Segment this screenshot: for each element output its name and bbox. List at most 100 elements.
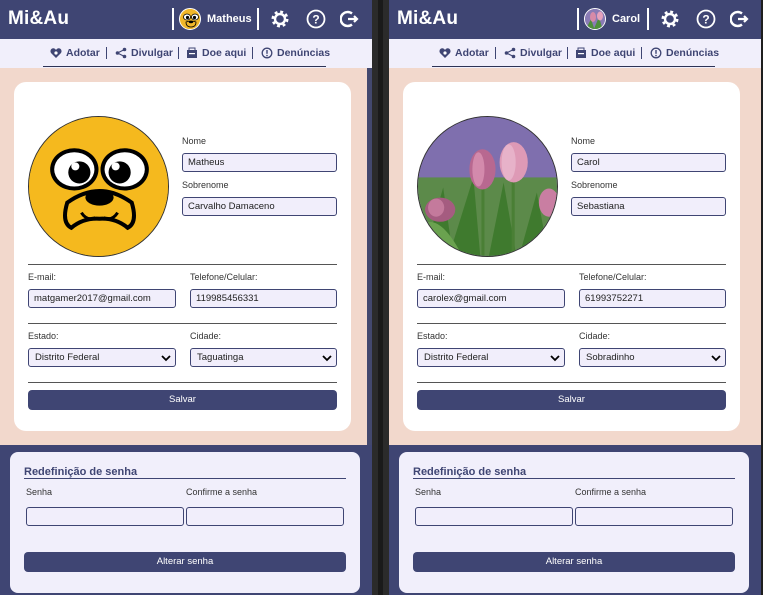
donation-box-icon <box>187 47 197 58</box>
jake-dog-avatar[interactable] <box>28 116 169 257</box>
divider <box>495 47 496 59</box>
divider <box>172 8 174 30</box>
divider <box>28 323 337 324</box>
divider <box>106 47 107 59</box>
label-confirm-password: Confirme a senha <box>575 487 647 497</box>
nav-adotar[interactable]: Adotar <box>439 46 489 60</box>
first-name-input[interactable]: Carol <box>571 153 726 172</box>
divider <box>647 8 649 30</box>
nav-divulgar[interactable]: Divulgar <box>115 46 173 60</box>
top-bar: Mi&Au Carol ? <box>389 0 761 39</box>
tulips-avatar[interactable] <box>417 116 558 257</box>
brand-logo[interactable]: Mi&Au <box>397 8 458 30</box>
nav-label: Divulgar <box>131 47 174 59</box>
svg-text:?: ? <box>702 13 709 27</box>
password-title: Redefinição de senha <box>24 466 138 478</box>
settings-icon[interactable] <box>660 9 680 29</box>
subnav-underline <box>432 66 715 67</box>
chevron-down-icon <box>161 355 171 362</box>
label-last-name: Sobrenome <box>182 180 229 190</box>
brand-logo[interactable]: Mi&Au <box>8 8 69 30</box>
divider <box>417 382 726 383</box>
nav-denuncias[interactable]: Denúncias <box>650 46 719 60</box>
label-first-name: Nome <box>182 136 207 146</box>
city-select[interactable]: Sobradinho <box>579 348 726 367</box>
password-input[interactable] <box>415 507 573 526</box>
help-icon[interactable]: ? <box>696 9 716 29</box>
label-state: Estado: <box>28 331 59 341</box>
nav-adotar[interactable]: Adotar <box>50 46 100 60</box>
divider <box>417 323 726 324</box>
state-value: Distrito Federal <box>424 352 489 363</box>
confirm-password-input[interactable] <box>186 507 344 526</box>
nav-denuncias[interactable]: Denúncias <box>261 46 330 60</box>
password-input[interactable] <box>26 507 184 526</box>
share-icon <box>115 47 127 59</box>
logout-icon[interactable] <box>340 9 360 29</box>
city-value: Taguatinga <box>197 352 244 363</box>
phone-input[interactable]: 61993752271 <box>579 289 726 308</box>
divider <box>417 264 726 265</box>
first-name-input[interactable]: Matheus <box>182 153 337 172</box>
user-name[interactable]: Carol <box>612 13 640 25</box>
profile-screen-carol: Mi&Au Carol ? Adotar Divulgar Doe aqui D… <box>389 0 761 595</box>
city-value: Sobradinho <box>586 352 635 363</box>
phone-input[interactable]: 119985456331 <box>190 289 337 308</box>
divider <box>567 47 568 59</box>
last-name-input[interactable]: Sebastiana <box>571 197 726 216</box>
nav-divulgar[interactable]: Divulgar <box>504 46 562 60</box>
settings-icon[interactable] <box>270 9 290 29</box>
label-city: Cidade: <box>579 331 611 341</box>
label-last-name: Sobrenome <box>571 180 618 190</box>
divider <box>413 478 735 479</box>
save-button[interactable]: Salvar <box>417 390 726 410</box>
label-phone: Telefone/Celular: <box>190 272 258 282</box>
share-icon <box>504 47 516 59</box>
scrollbar[interactable] <box>378 0 383 595</box>
state-select[interactable]: Distrito Federal <box>417 348 565 367</box>
nav-label: Doe aqui <box>202 47 247 59</box>
state-select[interactable]: Distrito Federal <box>28 348 176 367</box>
chevron-down-icon <box>711 355 721 362</box>
email-input[interactable]: matgamer2017@gmail.com <box>28 289 176 308</box>
divider <box>577 8 579 30</box>
city-select[interactable]: Taguatinga <box>190 348 337 367</box>
save-button[interactable]: Salvar <box>28 390 337 410</box>
nav-label: Denúncias <box>666 47 720 59</box>
label-email: E-mail: <box>28 272 57 282</box>
password-title: Redefinição de senha <box>413 466 527 478</box>
svg-text:?: ? <box>312 13 319 27</box>
nav-doe-aqui[interactable]: Doe aqui <box>575 46 635 60</box>
nav-doe-aqui[interactable]: Doe aqui <box>186 46 246 60</box>
logout-icon[interactable] <box>730 9 750 29</box>
divider <box>252 47 253 59</box>
state-value: Distrito Federal <box>35 352 100 363</box>
label-confirm-password: Confirme a senha <box>186 487 258 497</box>
label-city: Cidade: <box>190 331 222 341</box>
divider <box>641 47 642 59</box>
report-icon <box>261 47 273 59</box>
nav-label: Denúncias <box>277 47 331 59</box>
user-avatar[interactable] <box>179 8 201 30</box>
change-password-button[interactable]: Alterar senha <box>24 552 346 572</box>
nav-label: Divulgar <box>520 47 563 59</box>
chevron-down-icon <box>550 355 560 362</box>
chevron-down-icon <box>322 355 332 362</box>
confirm-password-input[interactable] <box>575 507 733 526</box>
user-avatar[interactable] <box>584 8 606 30</box>
user-name[interactable]: Matheus <box>207 13 252 25</box>
screens: Mi&Au Matheus ? Adotar Divulgar Doe aqui… <box>0 0 763 595</box>
window-gutter <box>372 0 389 595</box>
nav-label: Adotar <box>66 47 100 59</box>
label-state: Estado: <box>417 331 448 341</box>
help-icon[interactable]: ? <box>306 9 326 29</box>
nav-label: Adotar <box>455 47 489 59</box>
label-password: Senha <box>415 487 442 497</box>
divider <box>257 8 259 30</box>
change-password-button[interactable]: Alterar senha <box>413 552 735 572</box>
divider <box>28 382 337 383</box>
email-input[interactable]: carolex@gmail.com <box>417 289 565 308</box>
report-icon <box>650 47 662 59</box>
label-phone: Telefone/Celular: <box>579 272 647 282</box>
last-name-input[interactable]: Carvalho Damaceno <box>182 197 337 216</box>
